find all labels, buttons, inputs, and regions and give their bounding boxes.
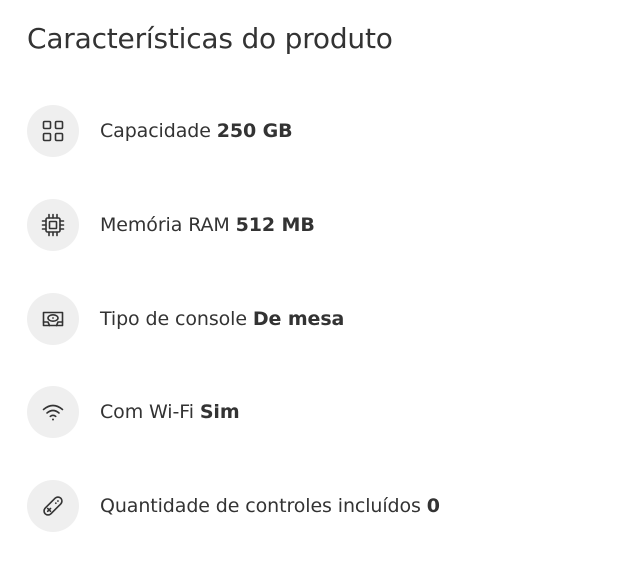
spec-value: 512 MB [235, 214, 315, 236]
spec-text-console-type: Tipo de console De mesa [100, 308, 344, 330]
product-features-section: Características do produto Capacidade 25… [0, 0, 640, 564]
spec-label: Capacidade [100, 120, 211, 142]
spec-row-wifi: Com Wi-Fi Sim [27, 385, 240, 439]
spec-label: Memória RAM [100, 214, 230, 236]
spec-value: 0 [426, 495, 440, 517]
spec-row-capacity: Capacidade 250 GB [27, 104, 293, 158]
controller-icon [27, 480, 79, 532]
spec-text-controllers: Quantidade de controles incluídos 0 [100, 495, 440, 517]
spec-label: Com Wi-Fi [100, 401, 194, 423]
spec-row-console-type: Tipo de console De mesa [27, 292, 344, 346]
wifi-icon [27, 386, 79, 438]
console-icon [27, 293, 79, 345]
spec-value: Sim [199, 401, 240, 423]
spec-text-ram: Memória RAM 512 MB [100, 214, 315, 236]
spec-label: Quantidade de controles incluídos [100, 495, 421, 517]
spec-value: 250 GB [216, 120, 293, 142]
spec-row-ram: Memória RAM 512 MB [27, 198, 315, 252]
spec-text-capacity: Capacidade 250 GB [100, 120, 293, 142]
spec-text-wifi: Com Wi-Fi Sim [100, 401, 240, 423]
spec-row-controllers: Quantidade de controles incluídos 0 [27, 479, 440, 533]
spec-label: Tipo de console [100, 308, 247, 330]
section-title: Características do produto [27, 22, 393, 55]
spec-value: De mesa [252, 308, 345, 330]
chip-icon [27, 199, 79, 251]
grid-icon [27, 105, 79, 157]
